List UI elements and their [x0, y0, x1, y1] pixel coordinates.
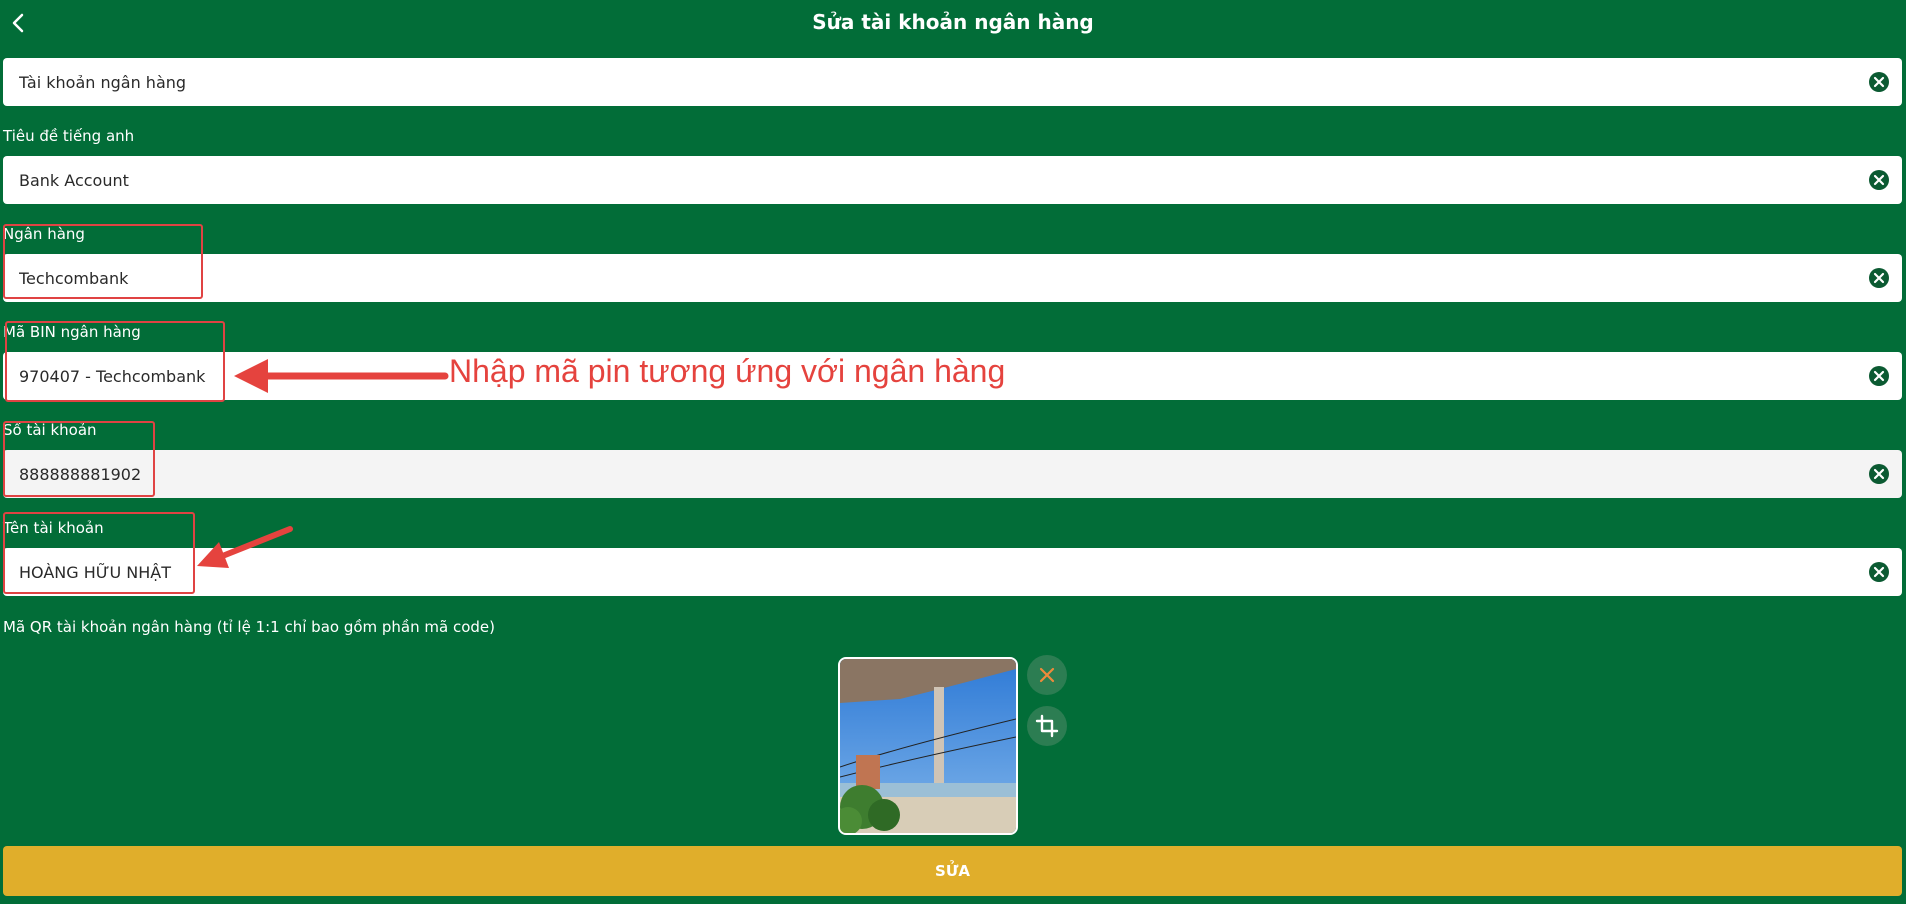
annotation-text: Nhập mã pin tương ứng với ngân hàng [449, 353, 1006, 389]
arrow-to-account-name [197, 526, 293, 568]
arrow-to-bank-bin [234, 359, 449, 393]
annotation-arrows [197, 359, 449, 568]
